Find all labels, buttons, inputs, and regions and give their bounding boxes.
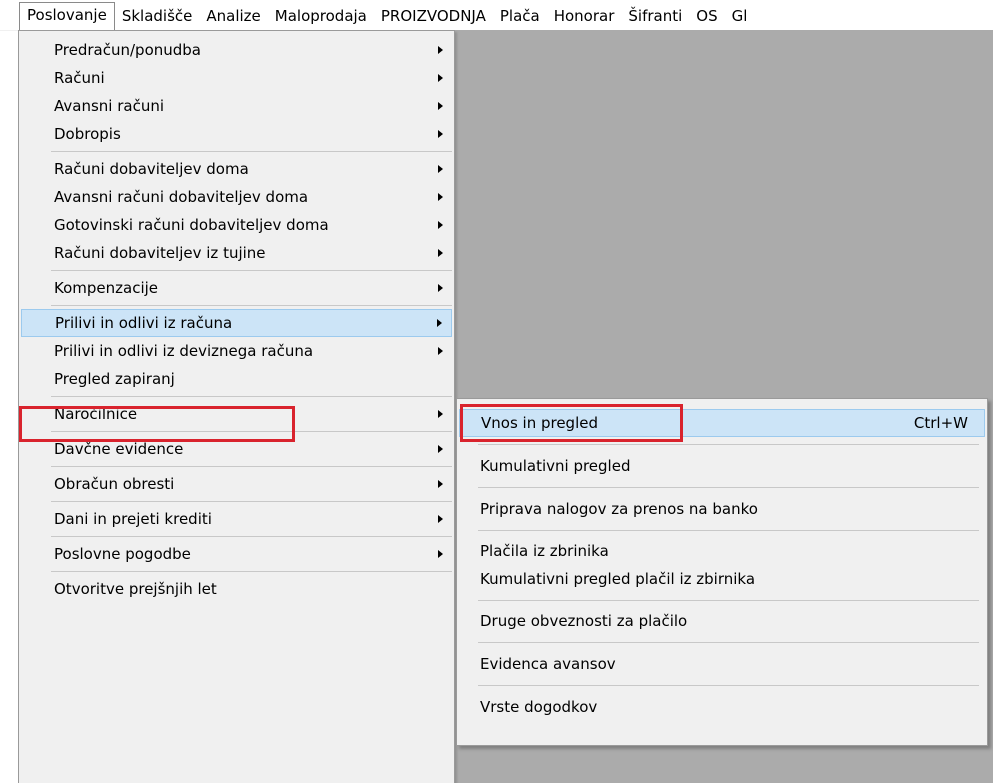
menubar-item-gl[interactable]: Gl	[725, 3, 755, 29]
menu-item-label: Poslovne pogodbe	[54, 545, 191, 563]
menubar-item-skladisce[interactable]: Skladišče	[115, 3, 200, 29]
menubar-item-placa[interactable]: Plača	[493, 3, 547, 29]
submenu-item-priprava-nalogov[interactable]: Priprava nalogov za prenos na banko	[459, 495, 985, 523]
menu-item-label: Vnos in pregled	[481, 414, 598, 432]
submenu-arrow-icon	[438, 221, 443, 229]
menu-item-label: Gotovinski računi dobaviteljev doma	[54, 216, 329, 234]
menu-separator	[51, 151, 452, 152]
menu-separator	[51, 571, 452, 572]
menu-item-label: Dobropis	[54, 125, 121, 143]
submenu-item-kumulativni-pregled[interactable]: Kumulativni pregled	[459, 452, 985, 480]
menu-item-davcne-evidence[interactable]: Davčne evidence	[21, 435, 452, 463]
menu-item-label: Kumulativni pregled	[480, 457, 631, 475]
submenu-arrow-icon	[438, 284, 443, 292]
menu-separator	[51, 431, 452, 432]
submenu-arrow-icon	[438, 165, 443, 173]
menu-separator	[51, 270, 452, 271]
menubar-item-os[interactable]: OS	[689, 3, 724, 29]
menu-item-racuni-dobaviteljev-doma[interactable]: Računi dobaviteljev doma	[21, 155, 452, 183]
menu-item-label: Druge obveznosti za plačilo	[480, 612, 688, 630]
menu-item-racuni-iz-tujine[interactable]: Računi dobaviteljev iz tujine	[21, 239, 452, 267]
menubar-item-maloprodaja[interactable]: Maloprodaja	[268, 3, 374, 29]
menu-item-narocilnice[interactable]: Naročilnice	[21, 400, 452, 428]
menu-item-label: Otvoritve prejšnjih let	[54, 580, 217, 598]
submenu-arrow-icon	[438, 46, 443, 54]
submenu-arrow-icon	[438, 515, 443, 523]
submenu-arrow-icon	[438, 102, 443, 110]
menu-item-label: Obračun obresti	[54, 475, 175, 493]
submenu-arrow-icon	[438, 130, 443, 138]
menu-item-racuni[interactable]: Računi	[21, 64, 452, 92]
menu-item-label: Plačila iz zbrinika	[480, 542, 609, 560]
menubar-item-proizvodnja[interactable]: PROIZVODNJA	[374, 3, 493, 29]
menubar-item-poslovanje[interactable]: Poslovanje	[19, 1, 115, 31]
menu-item-label: Predračun/ponudba	[54, 41, 201, 59]
menu-item-label: Evidenca avansov	[480, 655, 616, 673]
poslovanje-dropdown-menu: Predračun/ponudba Računi Avansni računi …	[18, 30, 455, 783]
menu-item-label: Dani in prejeti krediti	[54, 510, 212, 528]
prilivi-submenu: Vnos in pregled Ctrl+W Kumulativni pregle…	[456, 398, 988, 746]
menu-item-label: Prilivi in odlivi iz računa	[55, 314, 233, 332]
menu-item-prilivi-deviznega[interactable]: Prilivi in odlivi iz deviznega računa	[21, 337, 452, 365]
menu-item-label: Računi dobaviteljev iz tujine	[54, 244, 266, 262]
menu-item-label: Kompenzacije	[54, 279, 159, 297]
menu-separator	[478, 487, 979, 488]
menu-item-predracun[interactable]: Predračun/ponudba	[21, 36, 452, 64]
menu-item-label: Računi	[54, 69, 105, 87]
menu-separator	[478, 444, 979, 445]
menu-separator	[51, 466, 452, 467]
menu-item-avansni-racuni[interactable]: Avansni računi	[21, 92, 452, 120]
menu-bar: Poslovanje Skladišče Analize Maloprodaja…	[0, 0, 993, 31]
menu-item-label: Vrste dogodkov	[480, 698, 598, 716]
menu-item-label: Avansni računi dobaviteljev doma	[54, 188, 309, 206]
menu-item-obracun-obresti[interactable]: Obračun obresti	[21, 470, 452, 498]
menu-item-avansni-racuni-dobaviteljev[interactable]: Avansni računi dobaviteljev doma	[21, 183, 452, 211]
submenu-item-placila-iz-zbrinika[interactable]: Plačila iz zbrinika	[459, 537, 985, 565]
menu-item-label: Avansni računi	[54, 97, 165, 115]
submenu-arrow-icon	[438, 410, 443, 418]
menu-separator	[478, 642, 979, 643]
submenu-arrow-icon	[438, 550, 443, 558]
menu-item-dobropis[interactable]: Dobropis	[21, 120, 452, 148]
menu-item-kompenzacije[interactable]: Kompenzacije	[21, 274, 452, 302]
submenu-arrow-icon	[438, 193, 443, 201]
submenu-item-vrste-dogodkov[interactable]: Vrste dogodkov	[459, 693, 985, 721]
menubar-item-analize[interactable]: Analize	[199, 3, 267, 29]
submenu-item-evidenca-avansov[interactable]: Evidenca avansov	[459, 650, 985, 678]
menu-item-shortcut: Ctrl+W	[913, 414, 968, 432]
menu-separator	[478, 600, 979, 601]
menubar-label: Poslovanje	[27, 5, 107, 24]
menu-item-label: Priprava nalogov za prenos na banko	[480, 500, 758, 518]
submenu-arrow-icon	[438, 445, 443, 453]
menu-separator	[51, 305, 452, 306]
menu-item-otvoritve[interactable]: Otvoritve prejšnjih let	[21, 575, 452, 603]
menu-separator	[51, 396, 452, 397]
submenu-arrow-icon	[438, 480, 443, 488]
menu-separator	[51, 501, 452, 502]
submenu-arrow-icon	[438, 74, 443, 82]
menu-item-label: Kumulativni pregled plačil iz zbirnika	[480, 570, 756, 588]
menu-item-label: Pregled zapiranj	[54, 370, 175, 388]
menu-item-pregled-zapiranj[interactable]: Pregled zapiranj	[21, 365, 452, 393]
submenu-arrow-icon	[438, 249, 443, 257]
submenu-item-vnos-in-pregled[interactable]: Vnos in pregled Ctrl+W	[459, 409, 985, 437]
submenu-arrow-icon	[437, 319, 442, 327]
menu-item-krediti[interactable]: Dani in prejeti krediti	[21, 505, 452, 533]
menu-item-label: Davčne evidence	[54, 440, 184, 458]
menu-separator	[478, 685, 979, 686]
submenu-arrow-icon	[438, 347, 443, 355]
menu-item-poslovne-pogodbe[interactable]: Poslovne pogodbe	[21, 540, 452, 568]
menu-item-label: Prilivi in odlivi iz deviznega računa	[54, 342, 314, 360]
menu-separator	[478, 530, 979, 531]
menubar-item-sifranti[interactable]: Šifranti	[621, 3, 689, 29]
menu-item-gotovinski-racuni[interactable]: Gotovinski računi dobaviteljev doma	[21, 211, 452, 239]
menubar-item-honorar[interactable]: Honorar	[547, 3, 622, 29]
submenu-item-druge-obveznosti[interactable]: Druge obveznosti za plačilo	[459, 607, 985, 635]
menu-item-label: Računi dobaviteljev doma	[54, 160, 249, 178]
menu-item-label: Naročilnice	[54, 405, 138, 423]
submenu-item-kumulativni-pregled-placil[interactable]: Kumulativni pregled plačil iz zbirnika	[459, 565, 985, 593]
menu-item-prilivi-iz-racuna[interactable]: Prilivi in odlivi iz računa	[21, 309, 452, 337]
menu-separator	[51, 536, 452, 537]
